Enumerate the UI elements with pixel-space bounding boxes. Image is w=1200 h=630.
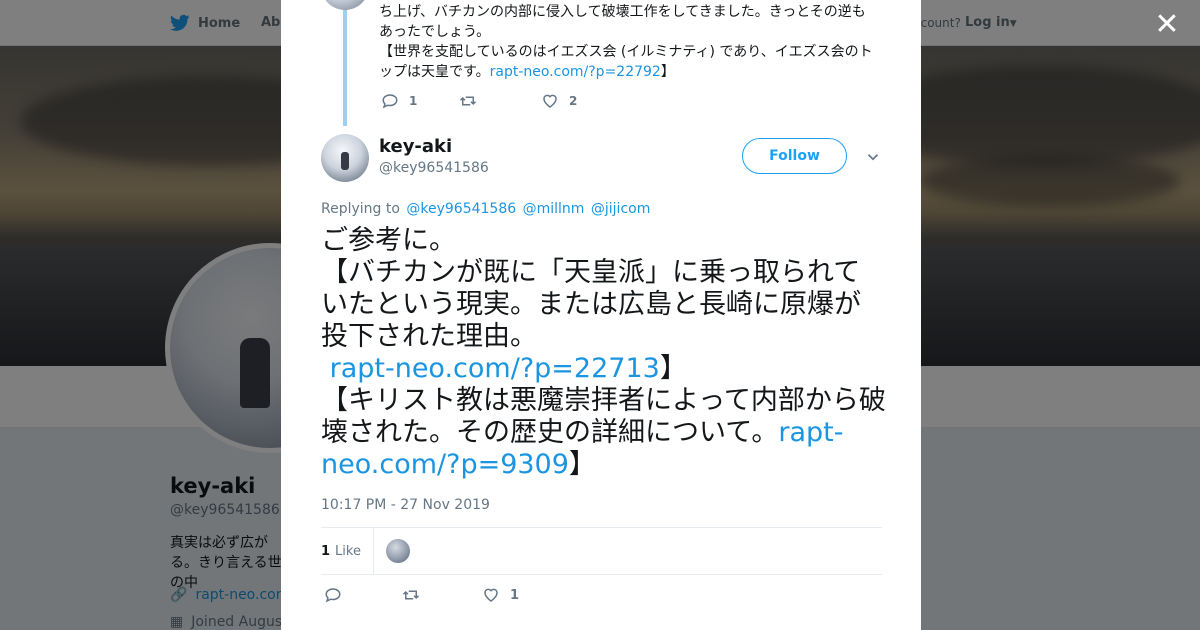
mention-link[interactable]: @key96541586 — [406, 201, 516, 217]
tweet-text-line: rapt-neo.com/?p=22713】 — [321, 353, 886, 385]
like-stat[interactable]: 1 Like — [321, 528, 374, 574]
replying-to: Replying to @key96541586 @millnm @jijico… — [321, 201, 650, 217]
mention-link[interactable]: @millnm — [523, 201, 585, 217]
like-count: 1 — [510, 587, 520, 603]
tweet-link[interactable]: rapt-neo.com/?p=22713 — [330, 353, 660, 384]
retweet-button[interactable] — [459, 92, 541, 110]
chevron-down-icon[interactable] — [864, 148, 882, 166]
tweet-timestamp[interactable]: 10:17 PM - 27 Nov 2019 — [321, 497, 490, 513]
tweet-text-paragraph: 【バチカンが既に「天皇派」に乗っ取られていたという現実。または広島と長崎に原爆が… — [321, 257, 861, 352]
previous-tweet-text: ち上げ、バチカンの内部に侵入して破壊工作をしてきました。きっとその逆も あったで… — [379, 2, 879, 82]
reply-button[interactable] — [324, 586, 402, 604]
previous-tweet-line: あったでしょう。 — [379, 24, 491, 40]
avatar[interactable] — [321, 134, 369, 182]
tweet-actions: 1 — [324, 586, 519, 604]
like-button[interactable]: 1 — [482, 586, 519, 604]
reply-icon — [382, 94, 398, 109]
close-icon[interactable]: ✕ — [1152, 10, 1182, 40]
author-handle[interactable]: @key96541586 — [379, 160, 489, 176]
avatar[interactable] — [321, 0, 369, 10]
mention-link[interactable]: @jijicom — [591, 201, 650, 217]
heart-icon — [484, 588, 498, 602]
tweet-stats: 1 Like — [321, 527, 882, 575]
avatar[interactable] — [385, 539, 410, 563]
heart-icon — [543, 94, 557, 108]
previous-tweet-link[interactable]: rapt-neo.com/?p=22792 — [490, 64, 661, 80]
thread-line — [343, 0, 347, 126]
tweet-text-segment: 】 — [659, 353, 687, 384]
reply-count: 1 — [409, 94, 418, 108]
previous-tweet-actions: 1 2 — [381, 92, 577, 110]
follow-button[interactable]: Follow — [742, 138, 847, 174]
previous-tweet-text-segment: 】 — [660, 64, 675, 80]
previous-tweet-text-segment: ップは天皇です。 — [379, 64, 490, 80]
reply-icon — [325, 588, 341, 603]
reply-button[interactable]: 1 — [381, 92, 459, 110]
like-stat-count: 1 — [321, 543, 331, 559]
retweet-icon — [402, 590, 420, 600]
previous-tweet-line: 【世界を支配しているのはイエズス会 (イルミナティ) であり、イエズス会のト — [379, 44, 873, 60]
retweet-icon — [459, 96, 477, 106]
tweet-modal: ち上げ、バチカンの内部に侵入して破壊工作をしてきました。きっとその逆も あったで… — [281, 0, 921, 630]
like-stat-label: Like — [335, 543, 361, 559]
like-count: 2 — [569, 94, 578, 108]
previous-tweet-line: ップは天皇です。rapt-neo.com/?p=22792】 — [379, 62, 879, 82]
tweet-text-line: ご参考に。 — [321, 225, 456, 256]
retweet-button[interactable] — [402, 586, 482, 604]
author-name[interactable]: key-aki — [379, 136, 452, 157]
like-button[interactable]: 2 — [541, 92, 577, 110]
tweet-text: ご参考に。 【バチカンが既に「天皇派」に乗っ取られていたという現実。または広島と… — [321, 225, 886, 481]
previous-tweet-line: ち上げ、バチカンの内部に侵入して破壊工作をしてきました。きっとその逆も — [379, 4, 866, 20]
replying-to-label: Replying to — [321, 201, 400, 217]
tweet-text-paragraph: 【キリスト教は悪魔崇拝者によって内部から破壊された。その歴史の詳細について。ra… — [321, 385, 886, 481]
tweet-text-segment: 】 — [568, 449, 596, 480]
